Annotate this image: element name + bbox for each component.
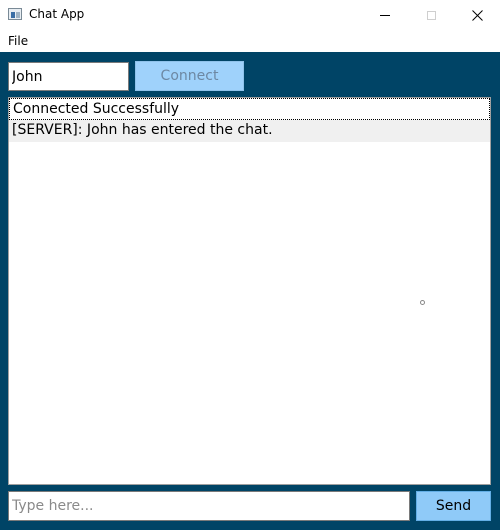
minimize-icon	[380, 15, 390, 16]
close-icon	[471, 10, 483, 21]
chat-client-area: Connect Connected Successfully [SERVER]:…	[0, 52, 500, 530]
close-button[interactable]	[454, 0, 500, 31]
message-input[interactable]	[8, 491, 410, 521]
menu-item-file[interactable]: File	[8, 34, 28, 48]
busy-cursor-icon	[420, 300, 425, 305]
chat-message-list[interactable]: Connected Successfully [SERVER]: John ha…	[8, 97, 491, 485]
maximize-button[interactable]	[408, 0, 454, 31]
username-input[interactable]	[8, 62, 129, 91]
minimize-button[interactable]	[362, 0, 408, 31]
maximize-icon	[426, 11, 436, 20]
window-title: Chat App	[29, 7, 85, 21]
menu-bar: File	[0, 31, 500, 52]
app-window-icon	[8, 8, 22, 20]
chat-message[interactable]: [SERVER]: John has entered the chat.	[9, 120, 490, 142]
connect-button[interactable]: Connect	[135, 61, 244, 91]
chat-message[interactable]: Connected Successfully	[9, 98, 490, 120]
send-button[interactable]: Send	[416, 491, 491, 521]
title-bar: Chat App	[0, 0, 500, 31]
